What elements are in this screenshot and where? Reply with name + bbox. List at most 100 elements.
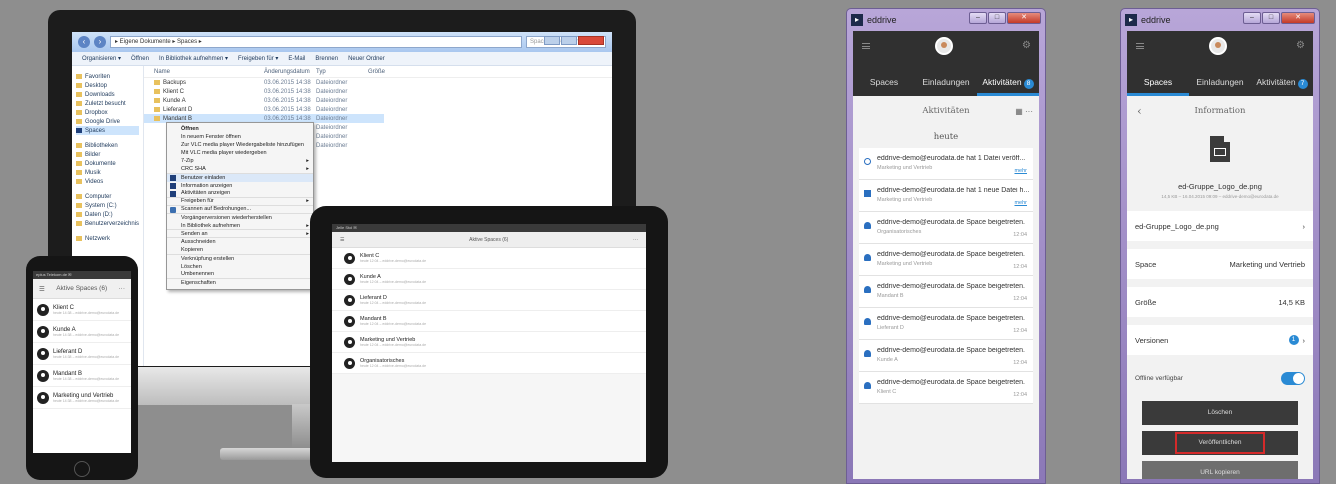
space-item[interactable]: Marketing und Vertrieb heute 14:38 – eddr… (33, 387, 131, 409)
space-item[interactable]: Mandant Bheute 14:38 – eddrive-demo@euro… (33, 365, 131, 387)
avatar[interactable] (935, 37, 953, 55)
menu-item-send-to[interactable]: Senden an ▸ (167, 230, 313, 239)
menu-icon[interactable]: ☰ (340, 237, 344, 243)
more-link[interactable]: mehr (1014, 168, 1027, 174)
menu-item-7zip[interactable]: 7-Zip ▸ (167, 157, 313, 165)
home-button[interactable] (74, 461, 90, 477)
close-icon[interactable]: ✕ (1007, 12, 1041, 24)
gear-icon[interactable]: ⚙ (1022, 40, 1031, 51)
nav-item[interactable]: Zuletzt besucht (76, 99, 139, 108)
column-name[interactable]: Name (154, 69, 264, 75)
menu-item-show-info[interactable]: Information anzeigen (167, 182, 313, 190)
space-item[interactable]: Lieferant Dheute 14:38 – eddrive-demo@eu… (33, 343, 131, 365)
menu-item-cut[interactable]: Ausschneiden (167, 238, 313, 246)
delete-button[interactable]: Löschen (1142, 401, 1298, 425)
toolbar-open[interactable]: Öffnen (131, 56, 149, 62)
space-item[interactable]: Mandant Bheute 12:04 – eddrive-demo@euro… (332, 311, 646, 332)
toolbar-burn[interactable]: Brennen (315, 56, 338, 62)
activity-item[interactable]: eddrive-demo@eurodata.de hat 1 Datei ver… (859, 148, 1033, 180)
space-item[interactable]: Klient Cheute 12:04 – eddrive-demo@eurod… (332, 248, 646, 269)
back-icon[interactable]: ‹ (1137, 104, 1142, 118)
nav-item[interactable]: Desktop (76, 81, 139, 90)
activity-item[interactable]: eddrive-demo@eurodata.de Space beigetret… (859, 372, 1033, 404)
more-link[interactable]: mehr (1014, 200, 1027, 206)
menu-item-delete[interactable]: Löschen (167, 263, 313, 271)
file-name-row[interactable]: ed-Gruppe_Logo_de.png › (1127, 211, 1313, 241)
offline-toggle[interactable] (1281, 371, 1305, 385)
toolbar-email[interactable]: E-Mail (288, 56, 305, 62)
toolbar-library[interactable]: In Bibliothek aufnehmen ▾ (159, 55, 228, 62)
tab-spaces[interactable]: Spaces (853, 72, 915, 96)
forward-icon[interactable]: › (94, 36, 106, 48)
menu-icon[interactable]: ☰ (39, 285, 45, 293)
menu-item-invite-user[interactable]: Benutzer einladen (167, 173, 313, 182)
file-row[interactable]: Lieferant D 03.06.2015 14:38 Dateiordner (144, 105, 612, 114)
maximize-icon[interactable]: □ (988, 12, 1006, 24)
tab-invitations[interactable]: Einladungen (1189, 72, 1251, 96)
nav-item[interactable]: Videos (76, 177, 139, 186)
menu-item-rename[interactable]: Umbenennen (167, 271, 313, 279)
nav-item[interactable]: Benutzerverzeichnis (76, 219, 139, 228)
menu-item-vlc-play[interactable]: Mit VLC media player wiedergeben (167, 149, 313, 157)
activity-item[interactable]: eddrive-demo@eurodata.de Space beigetret… (859, 340, 1033, 372)
menu-item-vlc-add[interactable]: Zur VLC media player Wiedergabeliste hin… (167, 141, 313, 149)
tab-activities[interactable]: Aktivitäten 8 (977, 72, 1039, 96)
back-icon[interactable]: ‹ (78, 36, 90, 48)
maximize-icon[interactable]: □ (1262, 12, 1280, 24)
tab-spaces[interactable]: Spaces (1127, 72, 1189, 96)
nav-item[interactable]: Netzwerk (76, 234, 139, 243)
nav-item[interactable]: Computer (76, 192, 139, 201)
nav-item[interactable]: System (C:) (76, 201, 139, 210)
space-item[interactable]: Kunde Aheute 12:04 – eddrive-demo@euroda… (332, 269, 646, 290)
activity-item[interactable]: eddrive-demo@eurodata.de Space beigetret… (859, 276, 1033, 308)
space-item[interactable]: Lieferant Dheute 12:04 – eddrive-demo@eu… (332, 290, 646, 311)
menu-item-properties[interactable]: Eigenschaften (167, 279, 313, 287)
close-icon[interactable]: ✕ (1281, 12, 1315, 24)
publish-button[interactable]: Veröffentlichen (1175, 432, 1265, 454)
space-item[interactable]: Kunde Aheute 14:38 – eddrive-demo@euroda… (33, 321, 131, 343)
activity-item[interactable]: eddrive-demo@eurodata.de Space beigetret… (859, 308, 1033, 340)
tab-activities[interactable]: Aktivitäten 7 (1251, 72, 1313, 96)
file-row[interactable]: Kunde A 03.06.2015 14:38 Dateiordner (144, 96, 612, 105)
file-row[interactable]: Backups 03.06.2015 14:38 Dateiordner (144, 78, 612, 87)
minimize-icon[interactable]: – (969, 12, 987, 24)
maximize-icon[interactable] (561, 36, 577, 45)
menu-item-open[interactable]: Öffnen (167, 125, 313, 133)
space-item[interactable]: Klient Cheute 14:38 – eddrive-demo@eurod… (33, 299, 131, 321)
nav-item[interactable]: Bilder (76, 150, 139, 159)
menu-item-create-shortcut[interactable]: Verknüpfung erstellen (167, 255, 313, 263)
nav-item[interactable]: Daten (D:) (76, 210, 139, 219)
space-item[interactable]: Organisatorisches heute 12:04 – eddrive-d… (332, 353, 646, 374)
close-icon[interactable] (578, 36, 604, 45)
menu-item-share[interactable]: Freigeben für ▸ (167, 198, 313, 206)
column-type[interactable]: Typ (316, 69, 368, 75)
menu-icon[interactable] (1136, 43, 1144, 49)
toolbar-new-folder[interactable]: Neuer Ordner (348, 56, 385, 62)
versions-row[interactable]: Versionen 1 › (1127, 325, 1313, 355)
menu-item-show-activities[interactable]: Aktivitäten anzeigen (167, 190, 313, 198)
toolbar-organize[interactable]: Organisieren ▾ (82, 55, 121, 62)
nav-item[interactable]: Google Drive (76, 117, 139, 126)
column-date[interactable]: Änderungsdatum (264, 69, 316, 75)
copy-url-button[interactable]: URL kopieren (1142, 461, 1298, 479)
menu-icon[interactable] (862, 43, 870, 49)
more-icon[interactable]: ··· (1025, 107, 1033, 116)
menu-item-crc-sha[interactable]: CRC SHA ▸ (167, 165, 313, 174)
nav-item[interactable]: Musik (76, 168, 139, 177)
nav-item[interactable]: Downloads (76, 90, 139, 99)
menu-item-open-new-window[interactable]: In neuem Fenster öffnen (167, 133, 313, 141)
menu-item-scan[interactable]: Scannen auf Bedrohungen... (167, 206, 313, 215)
activity-item[interactable]: eddrive-demo@eurodata.de Space beigetret… (859, 244, 1033, 276)
avatar[interactable] (1209, 37, 1227, 55)
menu-item-restore-versions[interactable]: Vorgängerversionen wiederherstellen (167, 214, 313, 222)
address-bar[interactable]: ▸ Eigene Dokumente ▸ Spaces ▸ (110, 36, 522, 48)
nav-item-spaces[interactable]: Spaces (76, 126, 139, 135)
toolbar-share[interactable]: Freigeben für ▾ (238, 55, 278, 62)
activity-item[interactable]: eddrive-demo@eurodata.de hat 1 neue Date… (859, 180, 1033, 212)
minimize-icon[interactable]: – (1243, 12, 1261, 24)
more-icon[interactable]: ··· (118, 285, 125, 292)
tab-invitations[interactable]: Einladungen (915, 72, 977, 96)
menu-item-add-library[interactable]: In Bibliothek aufnehmen ▸ (167, 222, 313, 231)
file-row[interactable]: Klient C 03.06.2015 14:38 Dateiordner (144, 87, 612, 96)
minimize-icon[interactable] (544, 36, 560, 45)
